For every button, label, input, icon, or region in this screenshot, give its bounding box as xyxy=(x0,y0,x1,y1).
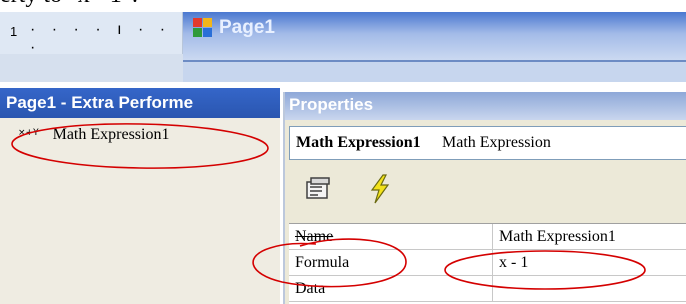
document-text: erty to "x - 1": xyxy=(0,0,138,9)
object-list: ×+Y Math Expression1 xyxy=(0,118,280,304)
property-row-formula[interactable]: Formula x - 1 xyxy=(289,250,686,276)
property-value[interactable]: x - 1 xyxy=(493,250,686,276)
object-list-title: Page1 - Extra Performe xyxy=(6,93,194,112)
property-value[interactable]: Math Expression1 xyxy=(493,224,686,250)
property-name: Formula xyxy=(289,250,493,276)
object-list-header: Page1 - Extra Performe xyxy=(0,88,280,118)
list-item-label: Math Expression1 xyxy=(52,126,170,143)
list-item-math-expression[interactable]: ×+Y Math Expression1 xyxy=(18,126,169,148)
property-pages-icon[interactable] xyxy=(305,176,331,202)
ruler: 1 · · · · ı · · · xyxy=(0,12,183,54)
properties-toolbar xyxy=(285,160,686,222)
object-selector[interactable]: Math Expression1 Math Expression xyxy=(289,126,686,160)
selected-object-type: Math Expression xyxy=(442,134,551,151)
selected-object-name: Math Expression1 xyxy=(296,134,421,151)
object-list-panel: Page1 - Extra Performe ×+Y Math Expressi… xyxy=(0,88,280,304)
property-value[interactable] xyxy=(493,276,686,302)
page-window-title: Page1 xyxy=(219,17,275,38)
properties-header: Properties xyxy=(285,92,686,120)
page-window-titlebar[interactable]: Page1 xyxy=(183,12,686,60)
ruler-ticks: · · · · ı · · · xyxy=(30,21,172,54)
property-row-name[interactable]: Name Math Expression1 xyxy=(289,224,686,250)
math-expression-icon: ×+Y xyxy=(18,128,39,138)
lightning-events-icon[interactable] xyxy=(369,174,391,204)
property-name: Name xyxy=(289,224,493,250)
property-row-data[interactable]: Data xyxy=(289,276,686,302)
page-canvas-strip xyxy=(183,60,686,82)
property-name: Data xyxy=(289,276,493,302)
property-grid: Name Math Expression1 Formula x - 1 Data xyxy=(289,223,686,304)
properties-title: Properties xyxy=(289,95,374,114)
properties-panel: Properties Math Expression1 Math Express… xyxy=(283,92,686,304)
left-band xyxy=(0,54,183,82)
page-icon xyxy=(193,18,213,38)
ruler-number: 1 xyxy=(10,24,18,39)
